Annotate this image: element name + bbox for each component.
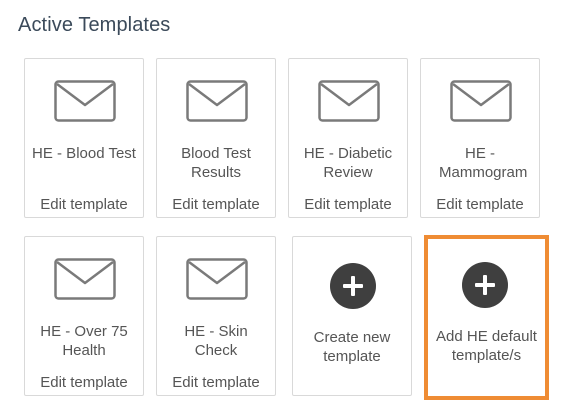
create-new-template-button[interactable]: Create new template: [292, 236, 412, 396]
create-new-template-label: Create new template: [313, 329, 391, 365]
page-title: Active Templates: [18, 14, 171, 36]
envelope-icon: [54, 258, 116, 300]
edit-template-link[interactable]: Edit template: [157, 374, 275, 391]
template-card-he-blood-test[interactable]: HE - Blood Test Edit template: [24, 58, 144, 218]
envelope-icon: [186, 258, 248, 300]
template-name: HE - Skin Check: [184, 323, 248, 359]
template-card-he-skin-check[interactable]: HE - Skin Check Edit template: [156, 236, 276, 396]
template-name: HE - Blood Test: [32, 145, 136, 162]
template-card-he-mammogram[interactable]: HE - Mammogram Edit template: [420, 58, 540, 218]
highlight-box: [424, 235, 549, 400]
edit-template-link[interactable]: Edit template: [157, 196, 275, 213]
edit-template-link[interactable]: Edit template: [25, 374, 143, 391]
edit-template-link[interactable]: Edit template: [25, 196, 143, 213]
template-card-blood-test-results[interactable]: Blood Test Results Edit template: [156, 58, 276, 218]
template-name: HE - Mammogram: [439, 145, 528, 181]
template-name: HE - Diabetic Review: [303, 145, 393, 181]
template-name: Blood Test Results: [181, 145, 251, 181]
template-card-he-over-75-health[interactable]: HE - Over 75 Health Edit template: [24, 236, 144, 396]
edit-template-link[interactable]: Edit template: [289, 196, 407, 213]
envelope-icon: [318, 80, 380, 122]
template-card-he-diabetic-review[interactable]: HE - Diabetic Review Edit template: [288, 58, 408, 218]
envelope-icon: [450, 80, 512, 122]
edit-template-link[interactable]: Edit template: [421, 196, 539, 213]
envelope-icon: [54, 80, 116, 122]
template-name: HE - Over 75 Health: [40, 323, 128, 359]
plus-circle-icon: [330, 263, 376, 309]
envelope-icon: [186, 80, 248, 122]
